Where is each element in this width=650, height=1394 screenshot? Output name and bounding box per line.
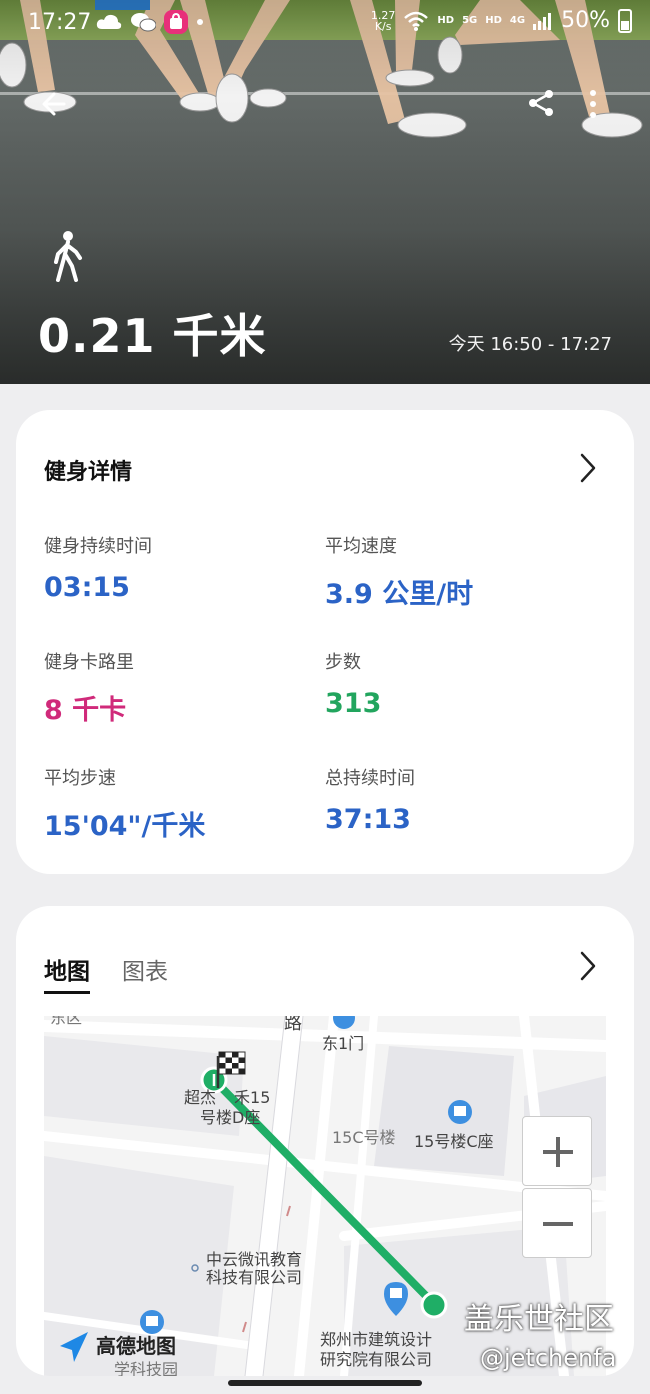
- signal-icon: [533, 12, 552, 30]
- network-speed-unit: K/s: [374, 19, 392, 33]
- stat-value: 15'04"/千米: [44, 811, 206, 842]
- stat-value: 313: [325, 688, 382, 719]
- zoom-in-button[interactable]: [522, 1116, 592, 1186]
- stat-label: 健身持续时间: [44, 536, 152, 557]
- minus-icon: [543, 1222, 573, 1226]
- stat-steps: 步数 313: [325, 648, 381, 719]
- stat-label: 健身卡路里: [44, 652, 134, 673]
- hd-label-2: HD: [485, 15, 502, 26]
- tab-map[interactable]: 地图: [44, 952, 90, 994]
- map-label: 超杰 禾15: [184, 1088, 270, 1108]
- time-range: 今天 16:50 - 17:27: [448, 334, 612, 355]
- stat-duration: 健身持续时间 03:15: [44, 532, 152, 603]
- details-title: 健身详情: [44, 460, 133, 485]
- map-label: 路: [284, 1016, 302, 1034]
- status-time: 17:27: [28, 10, 92, 35]
- building-pin-icon: [448, 1100, 472, 1124]
- hero-banner: 17:27 1.27 K/s HD 5G HD 4G 50% 0.21 千米 今…: [0, 0, 650, 384]
- battery-icon: [618, 8, 632, 33]
- network-speed-value: 1.27: [370, 8, 396, 22]
- shopping-bag-icon: [164, 10, 188, 34]
- status-notification-icons: [96, 10, 204, 34]
- dot-icon: [197, 19, 203, 25]
- map-label: 15C号楼: [332, 1128, 396, 1147]
- stat-value: 3.9 公里/时: [325, 579, 474, 610]
- zoom-out-button[interactable]: [522, 1188, 592, 1258]
- stat-value: 37:13: [325, 804, 411, 835]
- stat-label: 平均速度: [325, 536, 397, 557]
- status-system-icons: 1.27 K/s HD 5G HD 4G 50%: [371, 8, 632, 33]
- map-label: 15号楼C座: [414, 1132, 494, 1151]
- map-label: 东区: [50, 1016, 83, 1027]
- walking-icon: [54, 231, 82, 282]
- map-label: 中云微讯教育: [206, 1250, 303, 1269]
- distance-value: 0.21 千米: [38, 309, 267, 363]
- network-4g-label: 4G: [509, 15, 526, 26]
- stat-average-speed: 平均速度 3.9 公里/时: [325, 532, 473, 611]
- plus-icon: [543, 1137, 573, 1167]
- stat-label: 平均步速: [44, 768, 116, 789]
- stat-calories: 健身卡路里 8 千卡: [44, 648, 134, 727]
- stat-total-duration: 总持续时间 37:13: [325, 764, 415, 835]
- network-5g-label: 5G: [462, 15, 478, 26]
- fitness-details-card: 健身详情 健身持续时间 03:15 平均速度 3.9 公里/时 健身卡路里 8 …: [16, 410, 634, 874]
- map-label: 科技有限公司: [206, 1268, 303, 1287]
- map-label: 郑州市建筑设计: [320, 1330, 433, 1349]
- status-bar: 17:27 1.27 K/s HD 5G HD 4G 50%: [0, 0, 650, 48]
- stat-label: 总持续时间: [325, 768, 415, 789]
- stat-value: 8 千卡: [44, 695, 127, 726]
- map-label-part: 禾15: [234, 1088, 271, 1107]
- chevron-right-icon[interactable]: [578, 950, 598, 982]
- map-label: 学科技园: [114, 1360, 179, 1376]
- network-speed: 1.27 K/s: [371, 10, 396, 32]
- back-arrow-icon[interactable]: [40, 88, 72, 120]
- watermark-community: 盖乐世社区: [464, 1302, 614, 1337]
- more-options-icon[interactable]: [584, 88, 602, 120]
- building-pin-icon: [140, 1310, 164, 1334]
- wifi-icon: [404, 11, 429, 31]
- tab-chart[interactable]: 图表: [122, 952, 168, 994]
- stat-value: 03:15: [44, 572, 130, 603]
- chevron-right-icon[interactable]: [578, 452, 598, 484]
- hd-label-1: HD: [437, 15, 455, 26]
- amap-logo-text: 高德地图: [96, 1334, 176, 1358]
- wechat-icon: [131, 13, 156, 32]
- map-label-part: 超杰: [184, 1088, 217, 1107]
- battery-percent: 50%: [561, 8, 610, 33]
- cloud-icon: [96, 14, 122, 29]
- map-label: 研究院有限公司: [320, 1350, 433, 1369]
- map-label: 号楼D座: [200, 1108, 261, 1127]
- stat-label: 步数: [325, 652, 361, 673]
- stat-average-pace: 平均步速 15'04"/千米: [44, 764, 205, 843]
- share-icon[interactable]: [526, 88, 556, 118]
- watermark-user: @jetchenfa: [480, 1344, 617, 1372]
- map-tabs: 地图 图表: [44, 952, 168, 994]
- map-label: 东1门: [322, 1034, 365, 1053]
- home-indicator[interactable]: [228, 1380, 422, 1386]
